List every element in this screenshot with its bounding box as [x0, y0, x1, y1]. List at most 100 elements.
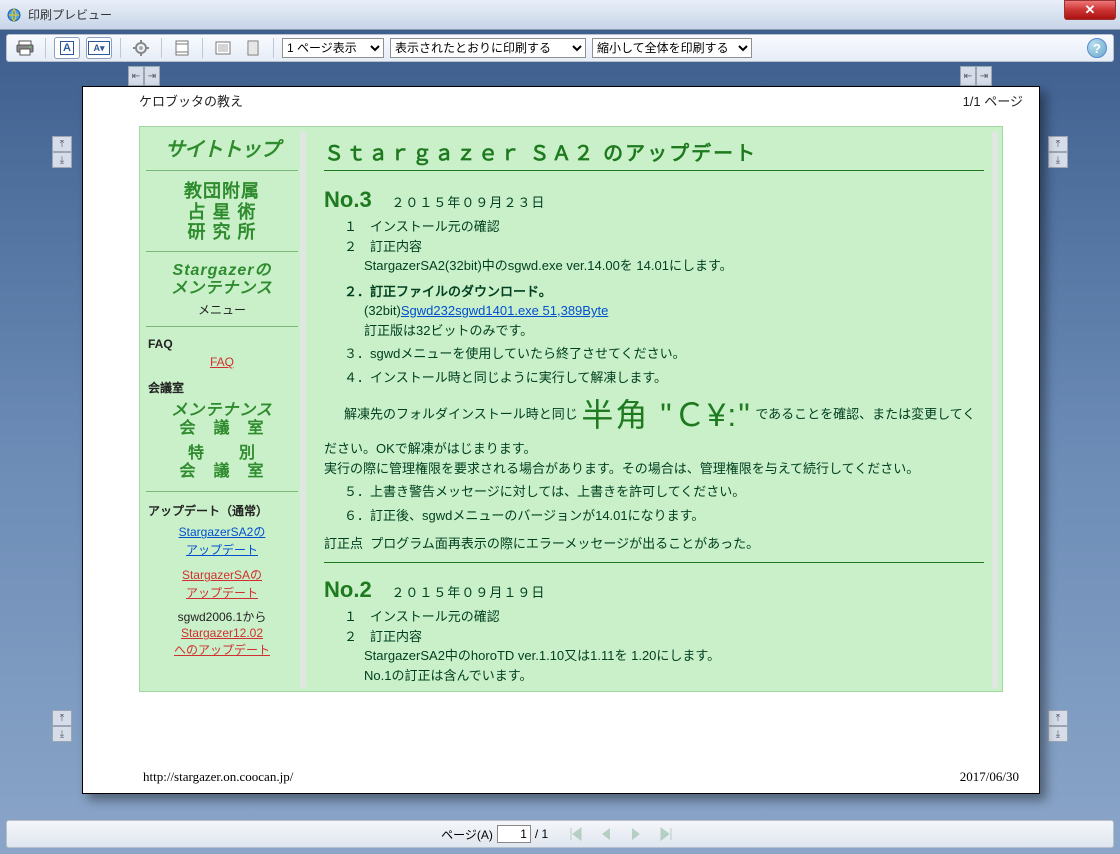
- sa2-update-link[interactable]: StargazerSA2の: [146, 523, 298, 540]
- ie-icon: [6, 7, 22, 23]
- entry-date: ２０１５年０９月１９日: [391, 585, 545, 600]
- shrink-select[interactable]: 縮小して全体を印刷する: [592, 38, 752, 58]
- entry-line: １ インストール元の確認: [344, 607, 984, 627]
- toolbar-separator: [45, 38, 46, 58]
- margin-handle-left-bottom[interactable]: ⤒⤓: [52, 710, 72, 742]
- window-titlebar: 印刷プレビュー ✕: [0, 0, 1120, 30]
- meeting-heading: 会議室: [148, 379, 298, 396]
- sgwd-text: sgwd2006.1から: [146, 608, 298, 625]
- entry-line: ４．インストール時と同じように実行して解凍します。: [344, 368, 984, 388]
- entry-line: ださい。OKで解凍がはじまります。: [324, 439, 984, 459]
- portrait-button[interactable]: A: [54, 37, 80, 59]
- prev-page-button[interactable]: [593, 823, 619, 845]
- dl-prefix: (32bit): [364, 303, 401, 318]
- print-mode-select[interactable]: 表示されたとおりに印刷する: [390, 38, 586, 58]
- maint-room-line: 会 議 室: [146, 420, 298, 438]
- entry-no3: No.3 ２０１５年０９月２３日 １ インストール元の確認 ２ 訂正内容 Sta…: [324, 187, 984, 563]
- page-number-input[interactable]: [497, 825, 531, 843]
- sidebar: サイトトップ 教団附属 占 星 術 研 究 所 Stargazerの メンテナン…: [140, 127, 310, 691]
- toolbar: A A▾ 1 ページ表示 表示されたとおりに印刷する 縮小して全体を印刷する ?: [6, 34, 1114, 62]
- pager-label: ページ(A): [441, 826, 493, 843]
- sa2-update-link[interactable]: アップデート: [146, 541, 298, 558]
- sidebar-institute[interactable]: 教団附属 占 星 術 研 究 所: [146, 181, 298, 252]
- institute-line: 研 究 所: [146, 222, 298, 243]
- margin-handle-top-right[interactable]: ⇤⇥: [960, 66, 992, 86]
- toolbar-separator: [202, 38, 203, 58]
- maintenance-line: メンテナンス: [146, 280, 298, 298]
- main-scrollbar[interactable]: [992, 131, 998, 689]
- sidebar-scrollbar[interactable]: [300, 131, 306, 689]
- entry-line: ２ 訂正内容: [344, 627, 984, 647]
- entry-line: StargazerSA2中のhoroTD ver.1.10又は1.11を 1.2…: [344, 646, 984, 666]
- faq-heading: FAQ: [148, 337, 298, 351]
- page-paper: ケロブッタの教え 1/1 ページ サイトトップ 教団附属 占 星 術 研 究 所…: [82, 86, 1040, 794]
- header-footer-button[interactable]: [170, 37, 194, 59]
- full-page-button[interactable]: [241, 37, 265, 59]
- sidebar-site-top[interactable]: サイトトップ: [146, 133, 298, 171]
- page-display-select[interactable]: 1 ページ表示: [282, 38, 384, 58]
- entry-section: ２．訂正ファイルのダウンロード。: [344, 282, 984, 302]
- margin-handle-right-bottom[interactable]: ⤒⤓: [1048, 710, 1068, 742]
- fix-label: 訂正点: [324, 536, 363, 551]
- margin-handle-right-top[interactable]: ⤒⤓: [1048, 136, 1068, 168]
- entry-line: No.1の訂正は含んでいます。: [344, 666, 984, 686]
- entry-line: ５．上書き警告メッセージに対しては、上書きを許可してください。: [344, 482, 984, 502]
- preview-stage: ⇤⇥ ⇤⇥ ⤒⤓ ⤒⤓ ⤒⤓ ⤒⤓ ケロブッタの教え 1/1 ページ サイトトッ…: [6, 64, 1114, 822]
- help-icon: ?: [1093, 41, 1101, 56]
- help-button[interactable]: ?: [1087, 38, 1107, 58]
- main-title: Ｓｔａｒｇａｚｅｒ ＳＡ２ のアップデート: [324, 137, 984, 171]
- main-content: Ｓｔａｒｇａｚｅｒ ＳＡ２ のアップデート No.3 ２０１５年０９月２３日 １…: [310, 127, 1002, 691]
- margin-handle-top-left[interactable]: ⇤⇥: [128, 66, 160, 86]
- page-content: サイトトップ 教団附属 占 星 術 研 究 所 Stargazerの メンテナン…: [139, 126, 1003, 692]
- entry-no2: No.2 ２０１５年０９月１９日 １ インストール元の確認 ２ 訂正内容 Sta…: [324, 577, 984, 691]
- sa-update-link[interactable]: アップデート: [146, 584, 298, 601]
- special-room-line: 特 別: [146, 445, 298, 463]
- big-path-text: 半角 "Ｃ¥:": [581, 397, 751, 433]
- sidebar-special-room[interactable]: 特 別 会 議 室: [146, 445, 298, 482]
- entry-line: ６．訂正後、sgwdメニューのバージョンが14.01になります。: [344, 506, 984, 526]
- sg1202-link[interactable]: へのアップデート: [146, 641, 298, 658]
- landscape-button[interactable]: A▾: [86, 37, 112, 59]
- page-header-count: 1/1 ページ: [963, 91, 1023, 110]
- entry-date: ２０１５年０９月２３日: [391, 195, 545, 210]
- institute-line: 教団附属: [146, 181, 298, 202]
- download-link[interactable]: Sgwd232sgwd1401.exe 51,389Byte: [401, 303, 608, 318]
- entry-heading: No.2: [324, 577, 372, 602]
- full-width-button[interactable]: [211, 37, 235, 59]
- window-title: 印刷プレビュー: [28, 6, 112, 23]
- entry-line: １ インストール元の確認: [344, 217, 984, 237]
- faq-link[interactable]: FAQ: [146, 355, 298, 369]
- institute-line: 占 星 術: [146, 202, 298, 223]
- close-button[interactable]: ✕: [1064, 0, 1116, 20]
- sa-update-link[interactable]: StargazerSAの: [146, 566, 298, 583]
- footer-url: http://stargazer.on.coocan.jp/: [143, 769, 293, 785]
- page-header: ケロブッタの教え 1/1 ページ: [83, 87, 1039, 110]
- gear-button[interactable]: [129, 37, 153, 59]
- menu-label: メニュー: [146, 301, 298, 318]
- sidebar-maint-room[interactable]: メンテナンス 会 議 室: [146, 402, 298, 439]
- fix-text: プログラム面再表示の際にエラーメッセージが出ることがあった。: [370, 536, 759, 551]
- print-button[interactable]: [13, 37, 37, 59]
- next-page-button[interactable]: [623, 823, 649, 845]
- margin-handle-left-top[interactable]: ⤒⤓: [52, 136, 72, 168]
- sg1202-link[interactable]: Stargazer12.02: [146, 626, 298, 640]
- last-page-button[interactable]: [653, 823, 679, 845]
- update-heading: アップデート（通常）: [148, 502, 298, 519]
- close-icon: ✕: [1085, 2, 1096, 18]
- maintenance-line: Stargazerの: [146, 262, 298, 280]
- footer-date: 2017/06/30: [960, 769, 1019, 785]
- toolbar-separator: [273, 38, 274, 58]
- window-buttons: ✕: [1062, 0, 1116, 20]
- sidebar-maintenance[interactable]: Stargazerの メンテナンス メニュー: [146, 262, 298, 327]
- dl-note: 訂正版は32ビットのみです。: [364, 321, 984, 341]
- page-header-title: ケロブッタの教え: [139, 91, 243, 110]
- entry-line: ３．sgwdメニューを使用していたら終了させてください。: [344, 344, 984, 364]
- first-page-button[interactable]: [563, 823, 589, 845]
- toolbar-separator: [120, 38, 121, 58]
- page-footer: http://stargazer.on.coocan.jp/ 2017/06/3…: [83, 769, 1039, 785]
- entry-line: ２ 訂正内容: [344, 237, 984, 257]
- site-top-label: サイトトップ: [146, 133, 298, 162]
- entry-line: StargazerSA2(32bit)中のsgwd.exe ver.14.00を…: [344, 256, 984, 276]
- toolbar-separator: [161, 38, 162, 58]
- special-room-line: 会 議 室: [146, 463, 298, 481]
